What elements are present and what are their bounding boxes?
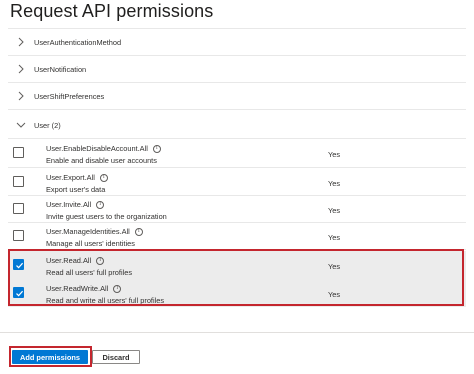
admin-consent-required: Yes bbox=[328, 290, 341, 299]
permission-checkbox[interactable] bbox=[13, 203, 24, 214]
admin-consent-required: Yes bbox=[328, 262, 341, 271]
permission-row: User.ManageIdentities.All Manage all use… bbox=[8, 222, 466, 250]
permission-checkbox[interactable] bbox=[13, 259, 24, 270]
checkmark-icon bbox=[16, 290, 24, 297]
admin-consent-required: Yes bbox=[328, 206, 341, 215]
divider bbox=[8, 109, 466, 110]
permission-name: User.Read.All bbox=[46, 256, 105, 265]
divider bbox=[8, 249, 466, 250]
permission-name-text: User.Export.All bbox=[46, 173, 95, 182]
group-label: UserAuthenticationMethod bbox=[34, 37, 122, 47]
admin-consent-required: Yes bbox=[328, 233, 341, 242]
permission-name-text: User.Read.All bbox=[46, 256, 92, 265]
admin-consent-required: Yes bbox=[328, 179, 341, 188]
permission-description: Manage all users' identities bbox=[46, 239, 135, 248]
discard-button[interactable]: Discard bbox=[92, 350, 140, 364]
permission-description: Export user's data bbox=[46, 185, 106, 194]
info-icon[interactable] bbox=[113, 284, 122, 293]
page-title: Request API permissions bbox=[10, 1, 214, 21]
permission-name: User.ReadWrite.All bbox=[46, 284, 122, 293]
permissions-list[interactable]: UserAuthenticationMethod UserNotificatio… bbox=[0, 27, 474, 327]
permission-row: User.EnableDisableAccount.All Enable and… bbox=[8, 139, 466, 167]
permission-description: Read all users' full profiles bbox=[46, 268, 133, 277]
group-label: User (2) bbox=[34, 120, 61, 130]
permission-row: User.Invite.All Invite guest users to th… bbox=[8, 195, 466, 223]
permission-row: User.Export.All Export user's data Yes bbox=[8, 168, 466, 196]
group-user-shift-preferences[interactable]: UserShiftPreferences bbox=[8, 83, 466, 109]
permission-name: User.EnableDisableAccount.All bbox=[46, 144, 161, 153]
group-user-authentication-method[interactable]: UserAuthenticationMethod bbox=[8, 29, 466, 55]
permission-description: Invite guest users to the organization bbox=[46, 212, 167, 221]
info-icon[interactable] bbox=[96, 200, 105, 209]
chevron-right-icon bbox=[14, 62, 28, 76]
permission-name-text: User.ManageIdentities.All bbox=[46, 227, 130, 236]
info-icon[interactable] bbox=[134, 227, 143, 236]
permission-name-text: User.ReadWrite.All bbox=[46, 284, 109, 293]
group-user-notification[interactable]: UserNotification bbox=[8, 56, 466, 82]
permission-checkbox[interactable] bbox=[13, 230, 24, 241]
permission-name-text: User.EnableDisableAccount.All bbox=[46, 144, 148, 153]
chevron-right-icon bbox=[14, 35, 28, 49]
footer-divider bbox=[0, 332, 474, 333]
admin-consent-required: Yes bbox=[328, 150, 341, 159]
permission-name: User.Invite.All bbox=[46, 200, 105, 209]
permission-checkbox[interactable] bbox=[13, 147, 24, 158]
group-label: UserNotification bbox=[34, 64, 87, 74]
info-icon[interactable] bbox=[152, 144, 161, 153]
permission-description: Read and write all users' full profiles bbox=[46, 296, 165, 305]
group-user[interactable]: User (2) bbox=[8, 112, 466, 138]
add-permissions-button[interactable]: Add permissions bbox=[12, 350, 88, 364]
chevron-down-icon bbox=[14, 118, 28, 132]
permission-description: Enable and disable user accounts bbox=[46, 156, 157, 165]
info-icon[interactable] bbox=[99, 173, 108, 182]
permission-name: User.Export.All bbox=[46, 173, 108, 182]
checkmark-icon bbox=[16, 262, 24, 269]
permission-name: User.ManageIdentities.All bbox=[46, 227, 143, 236]
permission-row: User.ReadWrite.All Read and write all us… bbox=[8, 279, 466, 307]
chevron-right-icon bbox=[14, 89, 28, 103]
permission-name-text: User.Invite.All bbox=[46, 200, 92, 209]
permission-row: User.Read.All Read all users' full profi… bbox=[8, 251, 466, 279]
group-label: UserShiftPreferences bbox=[34, 91, 105, 101]
permission-checkbox[interactable] bbox=[13, 176, 24, 187]
info-icon[interactable] bbox=[96, 256, 105, 265]
permission-checkbox[interactable] bbox=[13, 287, 24, 298]
